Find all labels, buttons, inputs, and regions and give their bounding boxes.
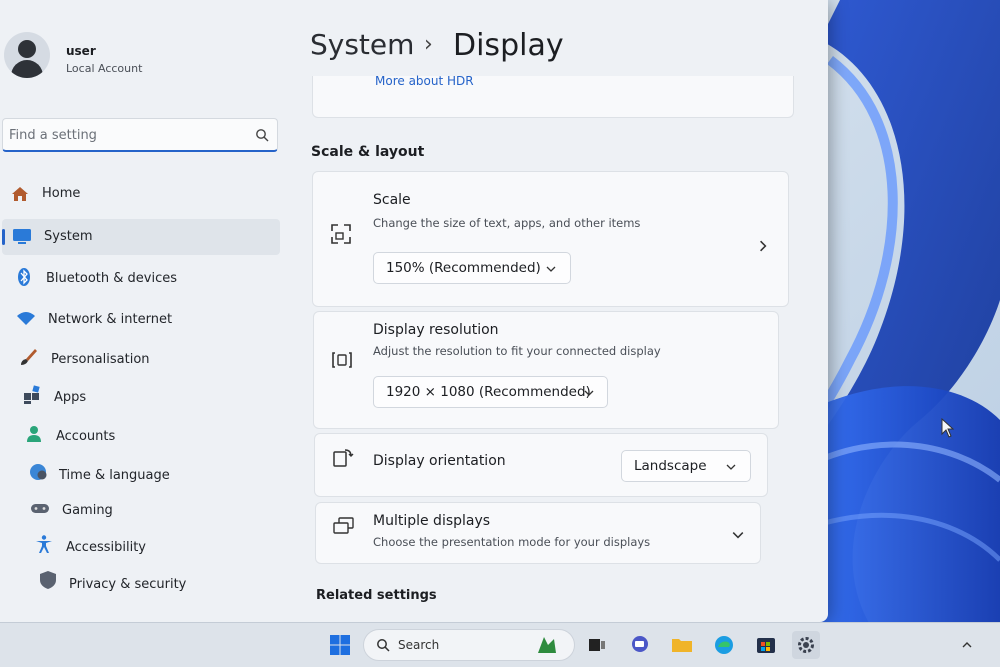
scale-title: Scale <box>373 192 411 208</box>
gear-icon <box>798 637 814 653</box>
section-title-scale-layout: Scale & layout <box>311 144 425 160</box>
related-settings-title: Related settings <box>316 588 437 603</box>
apps-icon <box>22 385 42 405</box>
display-resolution-description: Adjust the resolution to fit your connec… <box>373 344 661 358</box>
sidebar-item-apps[interactable]: Apps <box>18 379 282 415</box>
sidebar-item-system[interactable]: System <box>2 219 280 255</box>
chevron-up-icon <box>962 642 972 648</box>
folder-icon <box>672 639 692 652</box>
sidebar-item-accessibility[interactable]: Accessibility <box>34 529 290 565</box>
gamepad-icon <box>30 498 50 518</box>
display-resolution-dropdown[interactable]: 1920 × 1080 (Recommended) <box>373 376 608 408</box>
bluetooth-icon <box>14 267 34 287</box>
sidebar-item-accounts[interactable]: Accounts <box>22 418 284 454</box>
edge-browser-button[interactable] <box>710 631 738 659</box>
chevron-down-icon <box>546 266 556 272</box>
edge-icon <box>715 636 733 654</box>
file-explorer-button[interactable] <box>668 631 696 659</box>
display-resolution-title: Display resolution <box>373 322 499 338</box>
sidebar-item-label: Network & internet <box>48 312 173 327</box>
wifi-icon <box>16 308 36 328</box>
sidebar-item-label: Time & language <box>59 468 170 483</box>
sidebar-item-gaming[interactable]: Gaming <box>30 492 288 528</box>
mouse-cursor-icon <box>941 418 955 438</box>
sidebar-item-label: Home <box>42 186 81 201</box>
display-resolution-dropdown-value: 1920 × 1080 (Recommended) <box>386 384 591 400</box>
chevron-down-icon <box>584 390 594 396</box>
chat-icon <box>632 636 648 652</box>
sidebar-item-label: Apps <box>54 390 87 405</box>
brush-icon <box>18 347 38 367</box>
sidebar-item-home[interactable]: Home <box>4 176 280 212</box>
store-button[interactable] <box>752 631 780 659</box>
sidebar-item-personalisation[interactable]: Personalisation <box>14 341 282 377</box>
system-tray-overflow[interactable] <box>958 631 976 659</box>
sidebar-item-label: Accounts <box>56 429 116 444</box>
chat-app-button[interactable] <box>626 631 654 659</box>
home-icon <box>10 184 30 204</box>
task-view-button[interactable] <box>583 631 611 659</box>
multiple-displays-description: Choose the presentation mode for your di… <box>373 535 651 549</box>
more-about-hdr-link[interactable]: More about HDR <box>375 74 474 88</box>
sidebar-item-label: Bluetooth & devices <box>46 271 177 286</box>
display-orientation-dropdown-value: Landscape <box>634 458 707 474</box>
scale-icon <box>331 224 351 244</box>
display-orientation-card: Display orientation Landscape <box>314 433 768 497</box>
sidebar-item-network[interactable]: Network & internet <box>10 301 280 337</box>
chevron-right-icon[interactable] <box>757 240 769 252</box>
sidebar-item-label: Gaming <box>62 503 113 518</box>
accessibility-icon <box>34 534 54 554</box>
taskbar: Search <box>0 622 1000 667</box>
multiple-displays-title: Multiple displays <box>373 513 491 529</box>
sidebar-item-label: Accessibility <box>66 540 146 555</box>
scale-dropdown-value: 150% (Recommended) <box>386 260 541 276</box>
task-view-icon <box>589 639 605 651</box>
active-indicator <box>2 229 5 245</box>
sidebar-item-privacy-security[interactable]: Privacy & security <box>38 566 292 602</box>
accounts-icon <box>24 424 44 444</box>
shield-icon <box>38 570 58 590</box>
scale-card[interactable]: Scale Change the size of text, apps, and… <box>312 171 789 307</box>
scale-description: Change the size of text, apps, and other… <box>373 216 641 230</box>
user-account-type: Local Account <box>66 62 143 75</box>
chevron-down-icon <box>726 464 736 470</box>
system-icon <box>12 226 32 246</box>
display-resolution-card: Display resolution Adjust the resolution… <box>313 311 779 429</box>
display-orientation-dropdown[interactable]: Landscape <box>621 450 751 482</box>
sidebar-item-time-language[interactable]: Time & language <box>26 457 286 493</box>
settings-window: user Local Account Home System <box>0 0 828 622</box>
windows-logo-icon <box>330 635 350 655</box>
search-highlight-icon <box>538 637 556 653</box>
taskbar-search-label: Search <box>398 638 440 652</box>
store-icon <box>757 638 775 653</box>
scale-dropdown[interactable]: 150% (Recommended) <box>373 252 571 284</box>
sidebar-item-label: Personalisation <box>51 352 150 367</box>
user-name: user <box>66 44 96 58</box>
hdr-card: More about HDR <box>312 74 794 118</box>
multiple-displays-icon <box>333 517 354 534</box>
page-title: Display <box>453 28 564 63</box>
settings-taskbar-button[interactable] <box>792 631 820 659</box>
sidebar: user Local Account Home System <box>0 0 290 622</box>
sidebar-item-label: System <box>44 229 93 244</box>
start-button[interactable] <box>326 631 354 659</box>
sidebar-item-bluetooth[interactable]: Bluetooth & devices <box>6 260 278 296</box>
breadcrumb-root[interactable]: System <box>310 28 414 61</box>
chevron-down-icon[interactable] <box>732 529 744 541</box>
display-orientation-title: Display orientation <box>373 453 506 469</box>
multiple-displays-card[interactable]: Multiple displays Choose the presentatio… <box>315 502 761 564</box>
taskbar-search[interactable]: Search <box>363 629 575 661</box>
settings-search-box[interactable] <box>2 118 278 152</box>
orientation-icon <box>333 449 354 467</box>
search-input[interactable] <box>9 125 239 145</box>
resolution-icon <box>332 352 352 368</box>
search-icon <box>377 639 390 652</box>
breadcrumb-separator: › <box>424 32 433 57</box>
globe-icon <box>28 462 48 482</box>
search-icon[interactable] <box>255 128 269 142</box>
avatar[interactable] <box>4 32 50 78</box>
sidebar-item-label: Privacy & security <box>69 577 187 592</box>
